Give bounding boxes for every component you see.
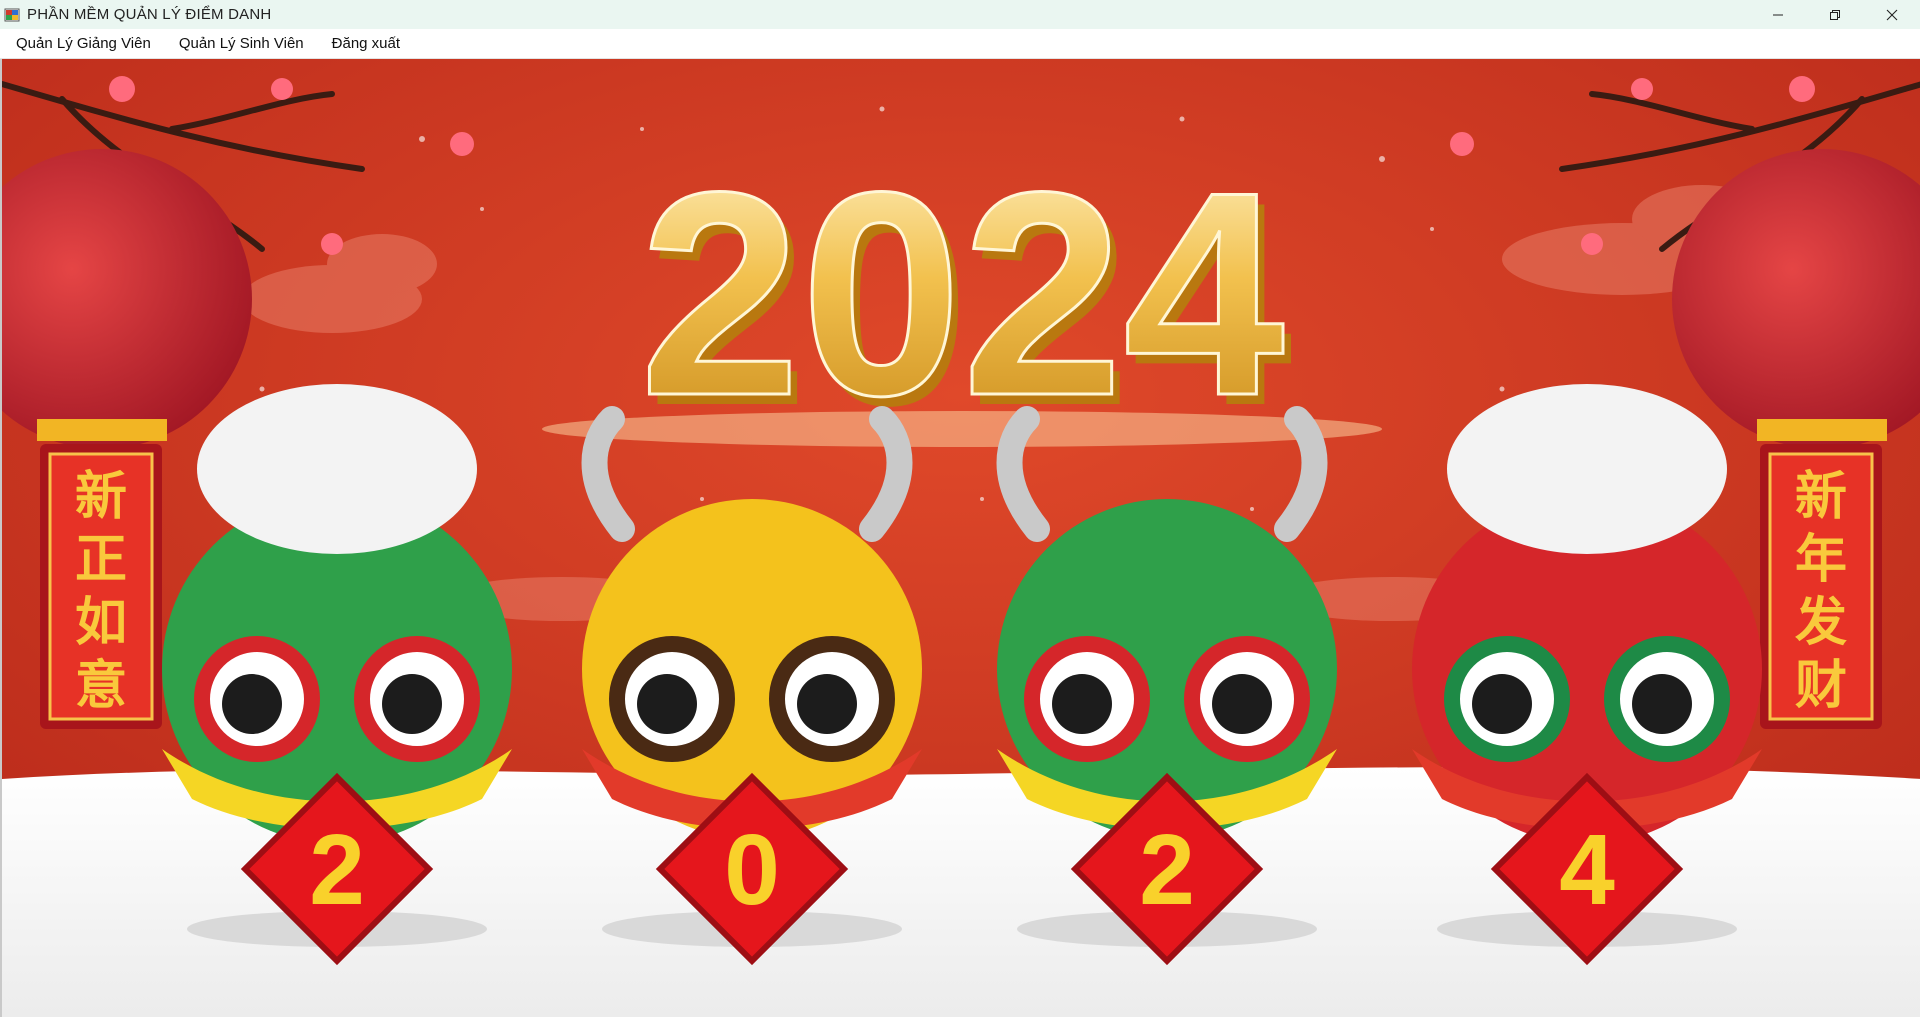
sign-digit-1-text: 2: [309, 814, 365, 926]
couplet-left-char-1: 新: [75, 467, 127, 527]
window-title: PHẦN MỀM QUẢN LÝ ĐIỂM DANH: [27, 6, 272, 23]
sign-digit-2-text: 0: [724, 814, 780, 926]
new-year-banner: 新 正 如 意 新 年 发 财 2024 2024 2 0 2 4: [2, 59, 1920, 1017]
couplet-left-char-2: 正: [75, 530, 127, 590]
close-icon: [1886, 9, 1897, 20]
restore-icon: [1829, 9, 1840, 20]
couplet-right-char-4: 财: [1795, 656, 1847, 716]
year-title: 2024: [639, 132, 1286, 456]
menu-dang-xuat[interactable]: Đăng xuất: [320, 29, 412, 58]
couplet-left-char-4: 意: [75, 656, 127, 716]
title-bar: PHẦN MỀM QUẢN LÝ ĐIỂM DANH: [0, 0, 1920, 29]
restore-button[interactable]: [1806, 0, 1863, 29]
close-button[interactable]: [1863, 0, 1920, 29]
window-controls: [1749, 0, 1920, 29]
menu-quan-ly-giang-vien[interactable]: Quản Lý Giảng Viên: [4, 29, 163, 58]
menu-quan-ly-sinh-vien[interactable]: Quản Lý Sinh Viên: [167, 29, 316, 58]
couplet-left-char-3: 如: [75, 593, 127, 653]
sign-digit-4-text: 4: [1559, 814, 1615, 926]
minimize-button[interactable]: [1749, 0, 1806, 29]
sign-digit-3-text: 2: [1139, 814, 1195, 926]
menu-bar: Quản Lý Giảng Viên Quản Lý Sinh Viên Đăn…: [0, 29, 1920, 59]
couplet-right-char-1: 新: [1795, 467, 1847, 527]
couplet-left: 新 正 如 意: [40, 444, 162, 729]
app-icon: [4, 7, 20, 23]
couplet-right-char-3: 发: [1795, 593, 1847, 653]
minimize-icon: [1772, 14, 1783, 15]
couplet-right-char-2: 年: [1795, 530, 1847, 590]
couplet-right: 新 年 发 财: [1760, 444, 1882, 729]
main-content: 新 正 如 意 新 年 发 财 2024 2024 2 0 2 4: [0, 59, 1920, 1017]
